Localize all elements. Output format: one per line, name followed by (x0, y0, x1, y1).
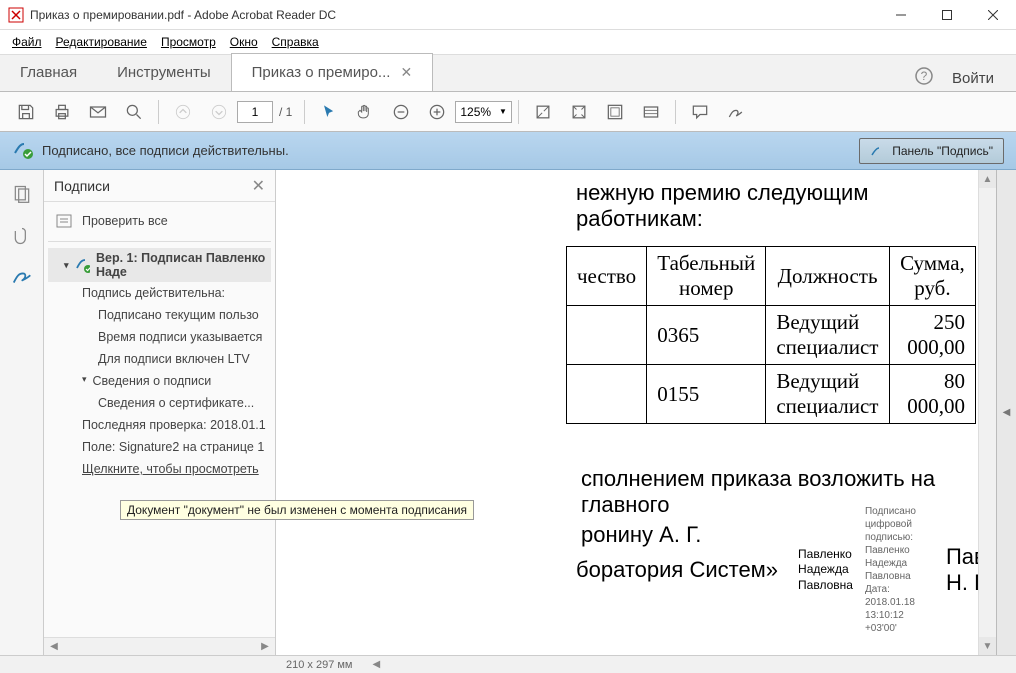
menu-window[interactable]: Окно (224, 33, 264, 51)
bottom-doc: 210 x 297 мм ◀ (276, 655, 1016, 673)
scroll-down-icon[interactable]: ▼ (979, 637, 996, 655)
app-icon (8, 7, 24, 23)
title-bar: Приказ о премировании.pdf - Adobe Acroba… (0, 0, 1016, 30)
signature-status-bar: Подписано, все подписи действительны. Па… (0, 132, 1016, 170)
close-button[interactable] (970, 0, 1016, 30)
menu-help[interactable]: Справка (266, 33, 325, 51)
rail-attachments-icon[interactable] (10, 224, 34, 248)
comment-icon[interactable] (682, 94, 718, 130)
email-icon[interactable] (80, 94, 116, 130)
print-icon[interactable] (44, 94, 80, 130)
signature-cert[interactable]: Сведения о сертификате... (48, 392, 271, 414)
th-id: Табельный номер (647, 247, 766, 306)
help-icon[interactable]: ? (914, 66, 934, 91)
maximize-button[interactable] (924, 0, 970, 30)
sign-icon[interactable] (718, 94, 754, 130)
menu-edit[interactable]: Редактирование (50, 33, 153, 51)
login-button[interactable]: Войти (952, 70, 994, 87)
window-title: Приказ о премировании.pdf - Adobe Acroba… (30, 8, 336, 22)
zoom-out-icon[interactable] (383, 94, 419, 130)
main-area: Подписи ✕ Проверить все ▾ Вер. 1: Подпис… (0, 170, 1016, 655)
doc-org: боратория Систем» (276, 557, 778, 583)
page-view-icon[interactable] (633, 94, 669, 130)
doc-line1: нежную премию следующим работникам: (276, 178, 976, 234)
zoom-in-icon[interactable] (419, 94, 455, 130)
page-up-icon[interactable] (165, 94, 201, 130)
window-controls (878, 0, 1016, 30)
tab-close-icon[interactable]: ✕ (400, 64, 412, 81)
signatures-panel-close-icon[interactable]: ✕ (252, 176, 265, 196)
menu-file[interactable]: Файл (6, 33, 48, 51)
signature-time: Время подписи указывается (48, 326, 271, 348)
signatures-panel: Подписи ✕ Проверить все ▾ Вер. 1: Подпис… (44, 170, 276, 655)
right-collapse-strip[interactable]: ◀ (996, 170, 1016, 655)
signature-status-text: Подписано, все подписи действительны. (42, 143, 289, 158)
hand-icon[interactable] (347, 94, 383, 130)
table-row: 0365 Ведущий специалист 250 000,00 (567, 306, 976, 365)
chevron-down-icon: ▾ (64, 260, 69, 271)
scroll-left-icon[interactable]: ◀ (46, 641, 62, 652)
fit-width-icon[interactable] (525, 94, 561, 130)
th-position: Должность (766, 247, 890, 306)
signature-revision-item[interactable]: ▾ Вер. 1: Подписан Павленко Наде (48, 248, 271, 282)
scroll-right-icon[interactable]: ▶ (257, 641, 273, 652)
table-row: 0155 Ведущий специалист 80 000,00 (567, 365, 976, 424)
th-patronymic: чество (567, 247, 647, 306)
page-number-input[interactable] (237, 101, 273, 123)
doc-vscroll[interactable]: ▲ ▼ (978, 170, 996, 655)
save-icon[interactable] (8, 94, 44, 130)
sig-name-block: Павленко Надежда Павловна (798, 547, 853, 594)
signatures-panel-title: Подписи (54, 178, 110, 194)
page-total-label: / 1 (273, 105, 298, 119)
page-down-icon[interactable] (201, 94, 237, 130)
table-header-row: чество Табельный номер Должность Сумма, … (567, 247, 976, 306)
menu-view[interactable]: Просмотр (155, 33, 222, 51)
document-view[interactable]: нежную премию следующим работникам: чест… (276, 170, 996, 655)
menu-bar: Файл Редактирование Просмотр Окно Справк… (0, 30, 1016, 54)
view-icon[interactable] (597, 94, 633, 130)
tab-document[interactable]: Приказ о премиро... ✕ (231, 53, 434, 91)
th-amount: Сумма, руб. (889, 247, 975, 306)
signature-click-link[interactable]: Щелкните, чтобы просмотреть (48, 458, 271, 480)
bottom-scroll-left-icon[interactable]: ◀ (373, 659, 381, 670)
signature-valid-label: Подпись действительна: (48, 282, 271, 304)
tab-home[interactable]: Главная (0, 53, 97, 91)
title-bar-left: Приказ о премировании.pdf - Adobe Acroba… (8, 7, 336, 23)
signature-field: Поле: Signature2 на странице 1 (48, 436, 271, 458)
signature-details-item[interactable]: ▾Сведения о подписи (48, 370, 271, 392)
signature-valid-icon (12, 138, 34, 163)
rail-thumbnails-icon[interactable] (10, 182, 34, 206)
tab-document-label: Приказ о премиро... (252, 64, 391, 81)
rail-signatures-icon[interactable] (10, 266, 34, 290)
minimize-button[interactable] (878, 0, 924, 30)
bottom-bar: 210 x 297 мм ◀ (0, 655, 1016, 673)
tooltip: Документ "документ" не был изменен с мом… (120, 500, 474, 520)
sig-detail-block: Подписано цифровой подписью: Павленко На… (865, 505, 916, 635)
signature-ltv: Для подписи включен LTV (48, 348, 271, 370)
search-icon[interactable] (116, 94, 152, 130)
svg-text:?: ? (921, 69, 928, 83)
fit-page-icon[interactable] (561, 94, 597, 130)
verify-all-button[interactable]: Проверить все (48, 210, 271, 232)
signature-signed-by: Подписано текущим пользо (48, 304, 271, 326)
doc-table: чество Табельный номер Должность Сумма, … (566, 246, 976, 424)
scroll-up-icon[interactable]: ▲ (979, 170, 996, 188)
bottom-side (0, 655, 276, 673)
sidepanel-hscroll[interactable]: ◀ ▶ (44, 637, 275, 655)
page-size-label: 210 x 297 мм (286, 659, 353, 671)
zoom-select[interactable]: 125%▼ (455, 101, 512, 123)
signature-panel-button[interactable]: Панель "Подпись" (859, 138, 1004, 164)
left-rail (0, 170, 44, 655)
arrow-pointer-icon[interactable] (311, 94, 347, 130)
tab-tools[interactable]: Инструменты (97, 53, 231, 91)
toolbar: / 1 125%▼ (0, 92, 1016, 132)
signature-lastcheck: Последняя проверка: 2018.01.1 (48, 414, 271, 436)
tab-bar: Главная Инструменты Приказ о премиро... … (0, 54, 1016, 92)
